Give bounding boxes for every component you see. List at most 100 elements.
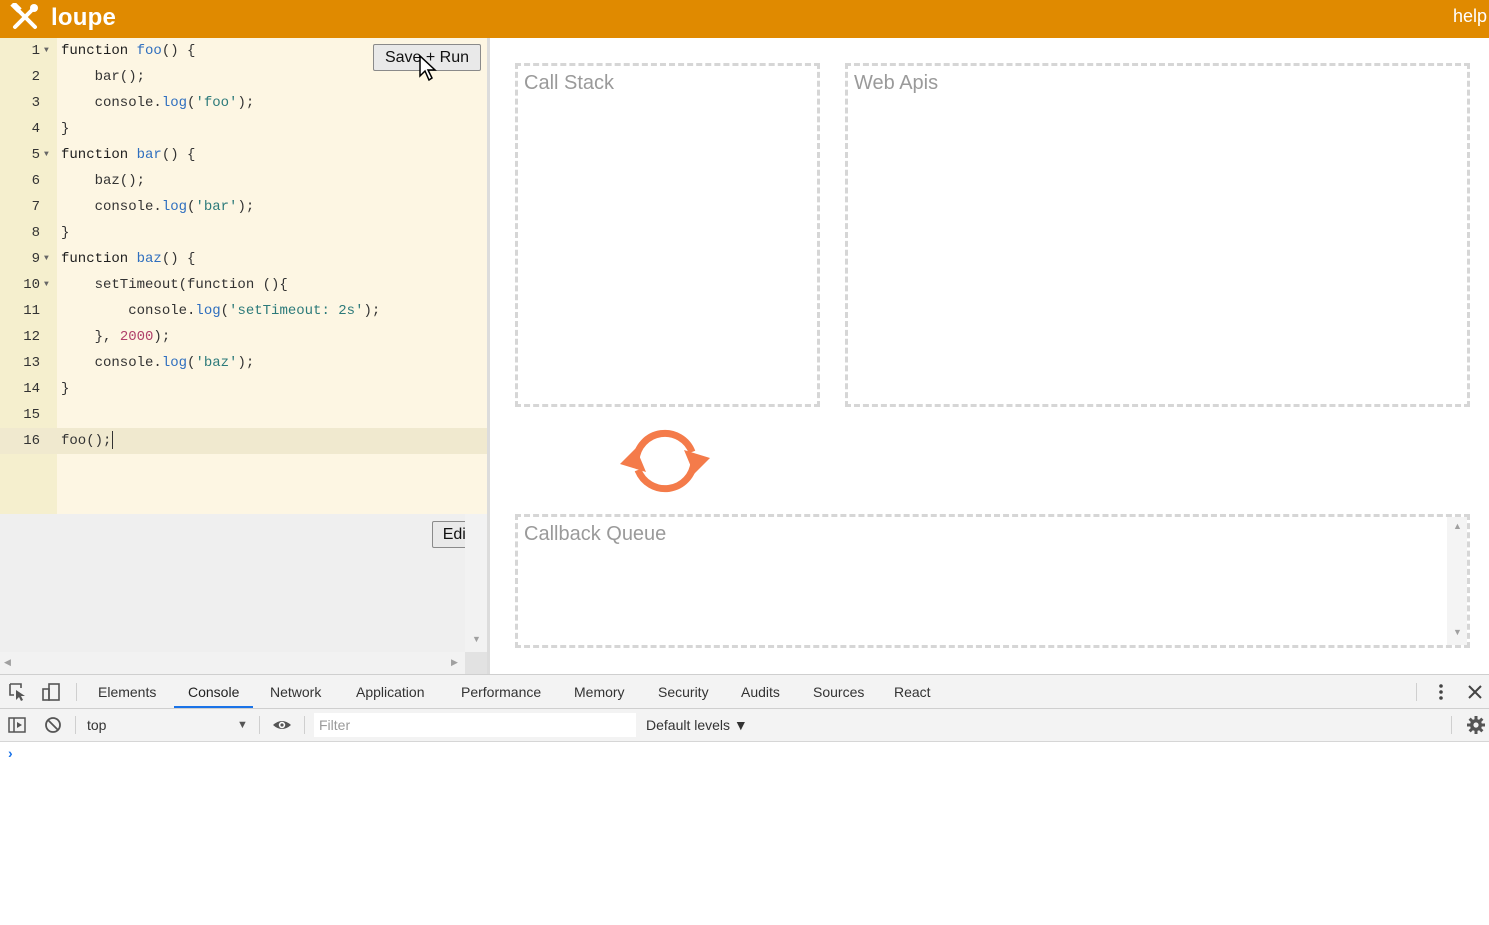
clear-console-icon[interactable] xyxy=(43,715,63,735)
code-token: 'bar' xyxy=(195,199,238,215)
fold-arrow-icon[interactable]: ▼ xyxy=(44,246,49,272)
code-text: bar(); xyxy=(61,64,145,90)
code-line[interactable]: 8} xyxy=(0,220,487,246)
code-token: 'baz' xyxy=(195,355,238,371)
code-token: log xyxy=(161,199,188,215)
code-line[interactable]: 6 baz(); xyxy=(0,168,487,194)
code-token: () { xyxy=(161,251,196,267)
code-token: ); xyxy=(237,355,255,371)
code-line[interactable]: 12 }, 2000); xyxy=(0,324,487,350)
code-token: foo(); xyxy=(61,433,112,449)
scroll-right-icon[interactable]: ▶ xyxy=(451,657,458,668)
code-line[interactable]: 4} xyxy=(0,116,487,142)
vertical-scrollbar[interactable]: ▼ xyxy=(465,514,487,652)
line-number: 7 xyxy=(31,199,40,215)
code-line[interactable]: 16 foo(); xyxy=(0,428,487,454)
separator xyxy=(76,683,77,701)
code-line[interactable]: 9 ▼ function baz() { xyxy=(0,246,487,272)
code-text: } xyxy=(61,376,69,402)
help-link[interactable]: help xyxy=(1453,6,1487,27)
tab-network[interactable]: Network xyxy=(270,675,321,708)
code-token: baz(); xyxy=(61,173,146,189)
code-line[interactable]: 13 console.log('baz'); xyxy=(0,350,487,376)
console-toolbar: top ▼ Default levels ▼ xyxy=(0,709,1489,742)
brand-title[interactable]: loupe xyxy=(51,4,116,32)
code-token: } xyxy=(61,381,70,397)
fold-arrow-icon[interactable]: ▼ xyxy=(44,142,49,168)
filter-input[interactable] xyxy=(314,713,636,737)
line-number: 12 xyxy=(23,329,40,345)
code-line[interactable]: 3 console.log('foo'); xyxy=(0,90,487,116)
event-loop-icon xyxy=(620,429,710,493)
code-token: ( xyxy=(220,303,230,319)
line-number: 15 xyxy=(23,407,40,423)
code-line[interactable]: 14} xyxy=(0,376,487,402)
code-line[interactable]: 15 xyxy=(0,402,487,428)
tab-security[interactable]: Security xyxy=(658,675,709,708)
devtools-tab-bar: Elements Console Network Application Perform… xyxy=(0,675,1489,709)
scroll-up-icon[interactable]: ▲ xyxy=(1453,521,1462,531)
code-token: 'setTimeout: 2s' xyxy=(229,303,364,319)
code-token: ); xyxy=(237,95,255,111)
tab-application[interactable]: Application xyxy=(356,675,425,708)
dropdown-arrow-icon[interactable]: ▼ xyxy=(237,709,248,741)
device-toolbar-icon[interactable] xyxy=(41,682,61,702)
tab-memory[interactable]: Memory xyxy=(574,675,625,708)
separator xyxy=(304,716,305,734)
code-line[interactable]: 5 ▼ function bar() { xyxy=(0,142,487,168)
code-token: log xyxy=(161,95,188,111)
line-number: 1 xyxy=(31,43,40,59)
console-output-panel: Edit ▼ ◀ ▶ xyxy=(0,514,487,674)
code-text: console.log('foo'); xyxy=(61,90,255,116)
separator xyxy=(259,716,260,734)
code-text: console.log('baz'); xyxy=(61,350,255,376)
tab-audits[interactable]: Audits xyxy=(741,675,780,708)
queue-scrollbar[interactable]: ▲ ▼ xyxy=(1447,517,1467,645)
scroll-down-icon[interactable]: ▼ xyxy=(472,634,481,644)
separator xyxy=(1451,716,1452,734)
live-expression-eye-icon[interactable] xyxy=(272,715,292,735)
scroll-left-icon[interactable]: ◀ xyxy=(4,657,11,668)
code-text: console.log('bar'); xyxy=(61,194,255,220)
horizontal-scrollbar[interactable]: ◀ ▶ xyxy=(0,652,465,674)
tab-console[interactable]: Console xyxy=(174,675,254,708)
context-selector[interactable]: top xyxy=(87,709,106,741)
code-token: bar(); xyxy=(61,69,146,85)
code-token: ); xyxy=(153,329,171,345)
show-sidebar-icon[interactable] xyxy=(7,715,27,735)
default-levels-dropdown[interactable]: Default levels ▼ xyxy=(646,709,748,741)
pane-splitter[interactable] xyxy=(487,38,490,674)
code-token: function xyxy=(61,43,137,59)
separator xyxy=(75,716,76,734)
tab-performance[interactable]: Performance xyxy=(461,675,541,708)
fold-arrow-icon[interactable]: ▼ xyxy=(44,38,49,64)
code-line[interactable]: 11 console.log('setTimeout: 2s'); xyxy=(0,298,487,324)
code-text: } xyxy=(61,220,69,246)
code-line[interactable]: 7 console.log('bar'); xyxy=(0,194,487,220)
more-options-icon[interactable] xyxy=(1431,682,1451,702)
code-token: } xyxy=(61,121,70,137)
code-line[interactable]: 10 ▼ setTimeout(function (){ xyxy=(0,272,487,298)
inspect-element-icon[interactable] xyxy=(8,682,28,702)
tab-react[interactable]: React xyxy=(894,675,931,708)
tab-elements[interactable]: Elements xyxy=(98,675,156,708)
scroll-down-icon[interactable]: ▼ xyxy=(1453,627,1462,637)
line-number: 16 xyxy=(23,433,40,449)
web-apis-title: Web Apis xyxy=(854,72,939,94)
code-token: function xyxy=(61,251,137,267)
close-icon[interactable] xyxy=(1465,682,1485,702)
code-editor[interactable]: 1 ▼ function foo() {2 bar(); 3 console.log(… xyxy=(0,38,487,514)
gear-icon[interactable] xyxy=(1466,715,1486,735)
code-token: console. xyxy=(61,303,196,319)
tab-sources[interactable]: Sources xyxy=(813,675,864,708)
code-token: } xyxy=(61,225,70,241)
code-token: ); xyxy=(363,303,381,319)
line-number: 8 xyxy=(31,225,40,241)
code-text: setTimeout(function (){ xyxy=(61,272,288,298)
call-stack-title: Call Stack xyxy=(524,72,615,94)
callback-queue-panel: Callback Queue ▲ ▼ xyxy=(515,514,1470,648)
scrollbar-corner xyxy=(465,652,487,674)
line-number: 2 xyxy=(31,69,40,85)
fold-arrow-icon[interactable]: ▼ xyxy=(44,272,49,298)
console-prompt[interactable]: › xyxy=(8,745,13,761)
